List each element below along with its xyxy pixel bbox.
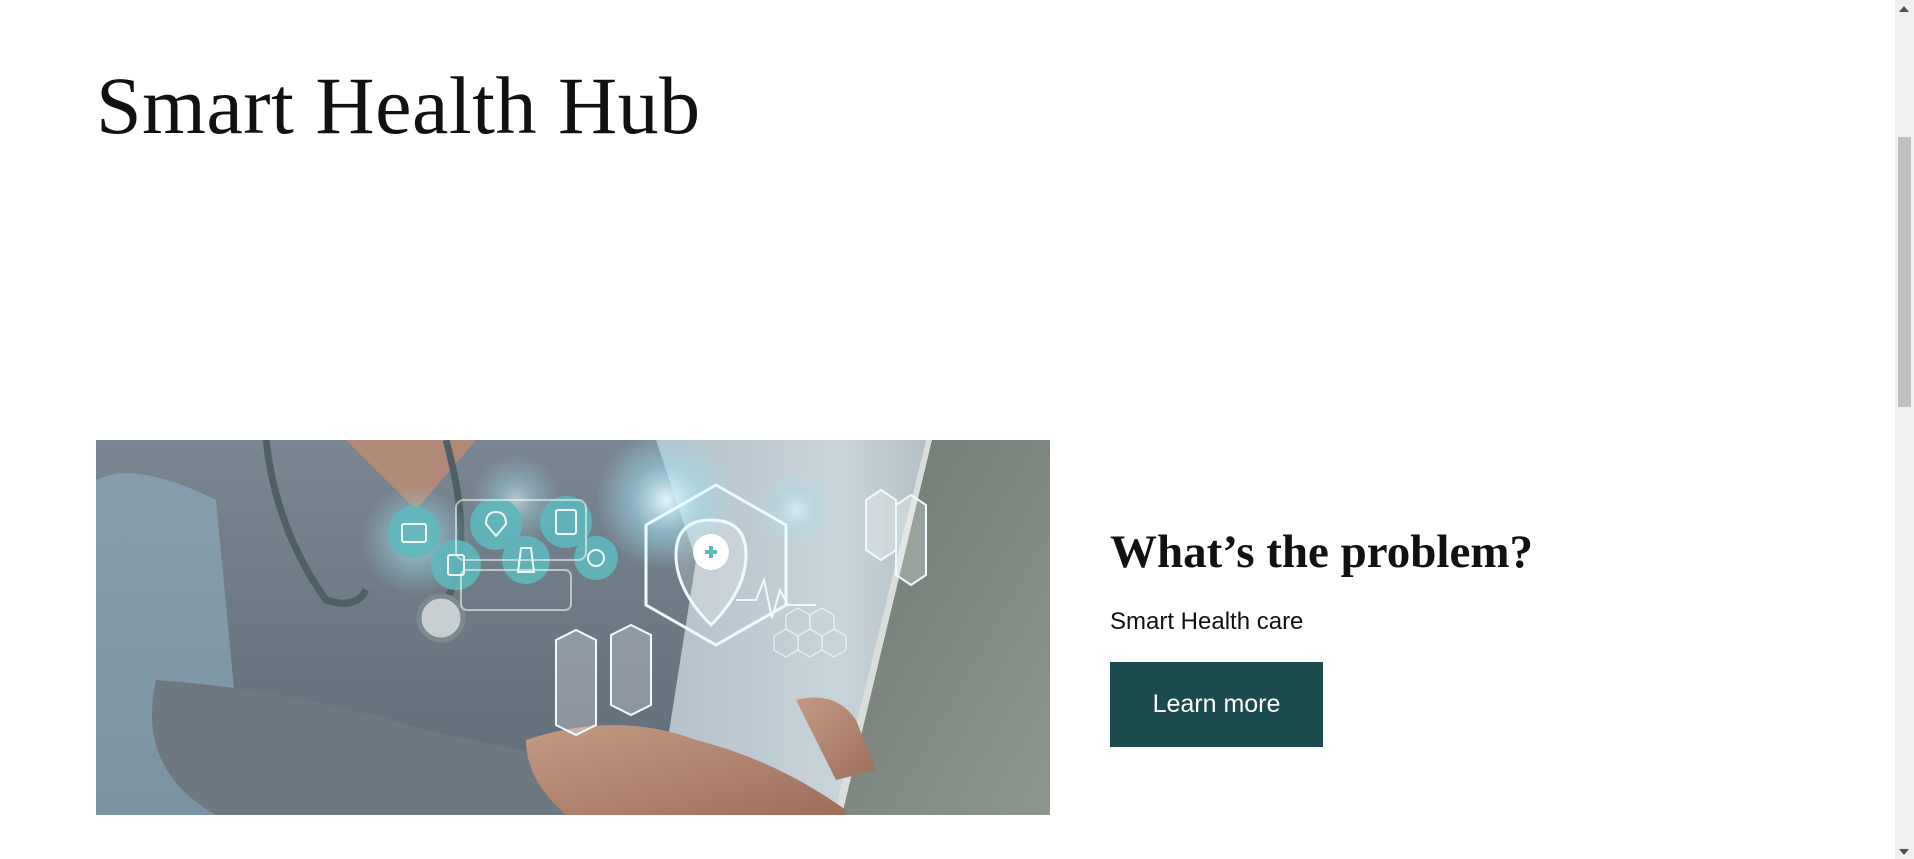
scroll-up-arrow-icon[interactable]: [1899, 6, 1909, 12]
scrollbar-thumb[interactable]: [1898, 137, 1911, 407]
scroll-down-arrow-icon[interactable]: [1899, 849, 1909, 855]
feature-section: What’s the problem? Smart Health care Le…: [1110, 520, 1810, 747]
feature-text: Smart Health care: [1110, 608, 1304, 635]
healthcare-technology-photo: [96, 440, 1050, 815]
site-title[interactable]: Smart Health Hub: [96, 56, 701, 156]
vertical-scrollbar[interactable]: [1895, 0, 1914, 859]
page: Smart Health Hub What’s the problem? Sma…: [0, 0, 1895, 859]
feature-heading: What’s the problem?: [1110, 526, 1533, 578]
hero-image: [96, 440, 1050, 815]
learn-more-button[interactable]: Learn more: [1110, 662, 1323, 747]
